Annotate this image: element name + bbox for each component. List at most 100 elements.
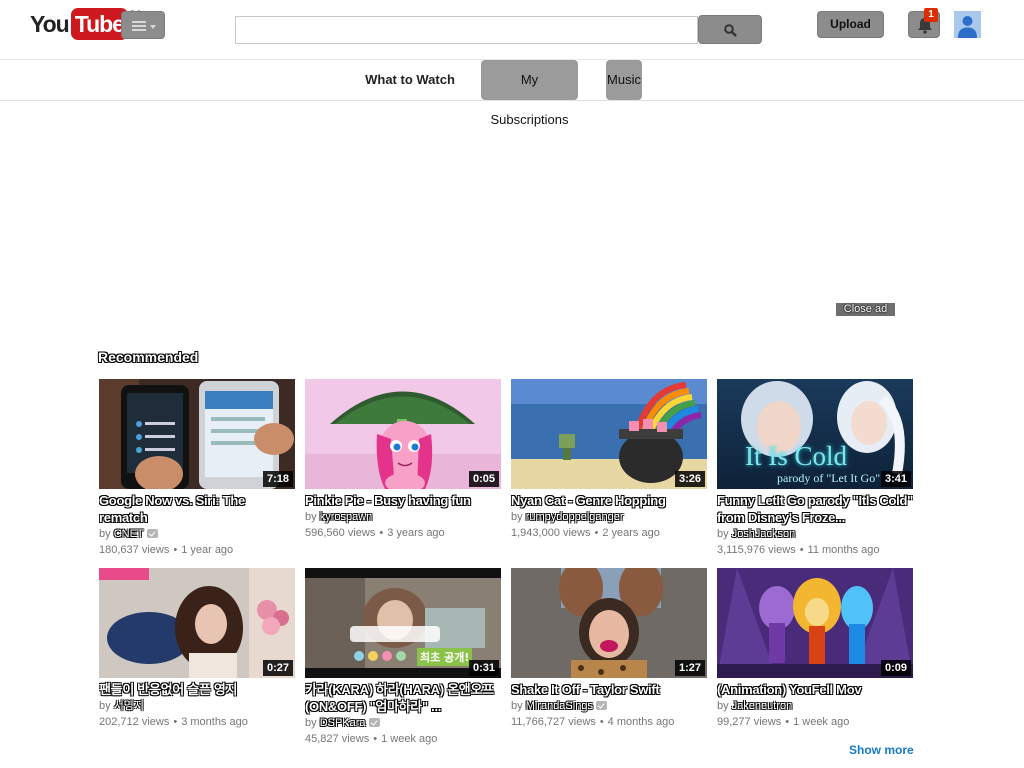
view-count: 180,637 views [99, 544, 170, 556]
video-duration: 0:31 [468, 660, 499, 676]
video-thumbnail[interactable]: It Is Cold parody of "Let It Go" 3:41 [717, 379, 913, 489]
video-byline: by CNET [99, 526, 295, 542]
close-ad-button[interactable]: Close ad [836, 303, 895, 316]
search-button[interactable] [698, 15, 762, 44]
logo-you-text: You [30, 11, 70, 37]
channel-link[interactable]: kyrospawn [320, 511, 373, 523]
upload-age: 1 year ago [181, 544, 234, 556]
video-meta: 3,115,976 views • 11 months ago [717, 544, 880, 556]
video-thumbnail[interactable]: 0:27 [99, 568, 295, 678]
menu-icon [132, 21, 146, 31]
video-duration: 0:09 [880, 660, 911, 676]
video-card[interactable]: 0:05 Pinkie Pie - Busy having fun by kyr… [305, 379, 501, 541]
channel-link[interactable]: DSPKara [320, 717, 366, 729]
video-card[interactable]: 0:09 (Animation) YouFell Mov by Jakeneut… [717, 568, 913, 730]
video-thumbnail[interactable]: 7:18 [99, 379, 295, 489]
video-duration: 0:27 [262, 660, 293, 676]
video-duration: 0:05 [468, 471, 499, 487]
view-count: 202,712 views [99, 716, 170, 728]
video-title[interactable]: Shake It Off - Taylor Swift [511, 681, 707, 698]
notification-count-badge: 1 [924, 8, 938, 22]
video-byline: by rumpydoppelganger [511, 509, 707, 525]
byline-prefix: by [305, 511, 317, 523]
video-byline: by kyrospawn [305, 509, 501, 525]
guide-menu-button[interactable] [121, 11, 165, 39]
video-title[interactable]: (Animation) YouFell Mov [717, 681, 913, 698]
byline-prefix: by [511, 700, 523, 712]
channel-link[interactable]: MirandaSings [526, 700, 593, 712]
view-count: 99,277 views [717, 716, 782, 728]
chevron-down-icon [150, 25, 156, 29]
video-title[interactable]: Funny LetIt Go parody "Itls Cold" from D… [717, 492, 913, 526]
channel-link[interactable]: Jakeneutron [732, 700, 793, 712]
video-thumbnail[interactable]: 1:27 [511, 568, 707, 678]
byline-prefix: by [717, 528, 729, 540]
video-title[interactable]: Google Now vs. Siri: The rematch [99, 492, 295, 526]
video-duration: 3:41 [880, 471, 911, 487]
verified-icon [368, 718, 380, 727]
video-meta: 1,943,000 views • 2 years ago [511, 527, 660, 539]
video-meta: 180,637 views • 1 year ago [99, 544, 234, 556]
tab-bar: What to Watch My Subscriptions Music [0, 60, 1024, 127]
byline-prefix: by [305, 717, 317, 729]
byline-prefix: by [511, 511, 523, 523]
video-meta: 45,827 views • 1 week ago [305, 733, 438, 745]
thumbnail-caption: 최초 공개! [417, 648, 473, 666]
tab-music[interactable]: Music [606, 60, 642, 100]
account-avatar[interactable] [954, 11, 981, 38]
video-byline: by MirandaSings [511, 698, 707, 714]
upload-age: 11 months ago [807, 544, 880, 556]
search-icon [724, 24, 737, 37]
upload-age: 3 years ago [387, 527, 445, 539]
video-title[interactable]: Nyan Cat - Genre Hopping [511, 492, 707, 509]
recommended-heading: Recommended [98, 349, 199, 365]
video-thumbnail[interactable]: 3:26 [511, 379, 707, 489]
view-count: 45,827 views [305, 733, 370, 745]
search-input[interactable] [235, 16, 698, 44]
verified-icon [146, 529, 158, 538]
view-count: 596,560 views [305, 527, 376, 539]
video-byline: by Jakeneutron [717, 698, 913, 714]
channel-link[interactable]: 서영지 [114, 700, 144, 712]
channel-link[interactable]: JoshJackson [732, 528, 796, 540]
video-card[interactable]: 1:27 Shake It Off - Taylor Swift by Mira… [511, 568, 707, 730]
upload-age: 3 months ago [181, 716, 248, 728]
video-byline: by 서영지 [99, 698, 295, 714]
video-title[interactable]: Pinkie Pie - Busy having fun [305, 492, 501, 509]
upload-button[interactable]: Upload [817, 11, 884, 38]
tab-what-to-watch[interactable]: What to Watch [362, 60, 458, 100]
video-meta: 202,712 views • 3 months ago [99, 716, 248, 728]
masthead: You Tube CA Upload 1 [0, 0, 1024, 60]
video-card[interactable]: 3:26 Nyan Cat - Genre Hopping by rumpydo… [511, 379, 707, 541]
byline-prefix: by [99, 700, 111, 712]
channel-link[interactable]: rumpydoppelganger [526, 511, 624, 523]
video-thumbnail[interactable]: 최초 공개! 0:31 [305, 568, 501, 678]
view-count: 1,943,000 views [511, 527, 591, 539]
video-byline: by DSPKara [305, 715, 501, 731]
show-more-link[interactable]: Show more [849, 743, 914, 757]
logo-tube-text: Tube [70, 8, 128, 40]
byline-prefix: by [99, 528, 111, 540]
video-title[interactable]: 팬들이 반응없어 슬픈 영지 [99, 681, 295, 698]
verified-icon [595, 701, 607, 710]
video-card[interactable]: 0:27 팬들이 반응없어 슬픈 영지 by 서영지 202,712 views… [99, 568, 295, 730]
channel-link[interactable]: CNET [114, 528, 144, 540]
video-meta: 596,560 views • 3 years ago [305, 527, 445, 539]
view-count: 3,115,976 views [717, 544, 796, 556]
byline-prefix: by [717, 700, 729, 712]
video-duration: 7:18 [262, 471, 293, 487]
video-thumbnail[interactable]: 0:09 [717, 568, 913, 678]
video-byline: by JoshJackson [717, 526, 913, 542]
user-icon [954, 11, 981, 38]
video-card[interactable]: It Is Cold parody of "Let It Go" 3:41 Fu… [717, 379, 913, 558]
upload-age: 2 years ago [602, 527, 660, 539]
video-thumbnail[interactable]: 0:05 [305, 379, 501, 489]
video-title[interactable]: 카라(KARA) 하라(HARA) 온앤오프(ON&OFF) "엄마하라" ..… [305, 681, 501, 715]
video-card[interactable]: 7:18 Google Now vs. Siri: The rematch by… [99, 379, 295, 558]
video-meta: 99,277 views • 1 week ago [717, 716, 850, 728]
video-card[interactable]: 최초 공개! 0:31 카라(KARA) 하라(HARA) 온앤오프(ON&OF… [305, 568, 501, 747]
thumbnail-caption-line1: It Is Cold [745, 441, 848, 471]
video-meta: 11,766,727 views • 4 months ago [511, 716, 675, 728]
video-duration: 1:27 [674, 660, 705, 676]
tab-my-subscriptions[interactable]: My Subscriptions [481, 60, 578, 127]
